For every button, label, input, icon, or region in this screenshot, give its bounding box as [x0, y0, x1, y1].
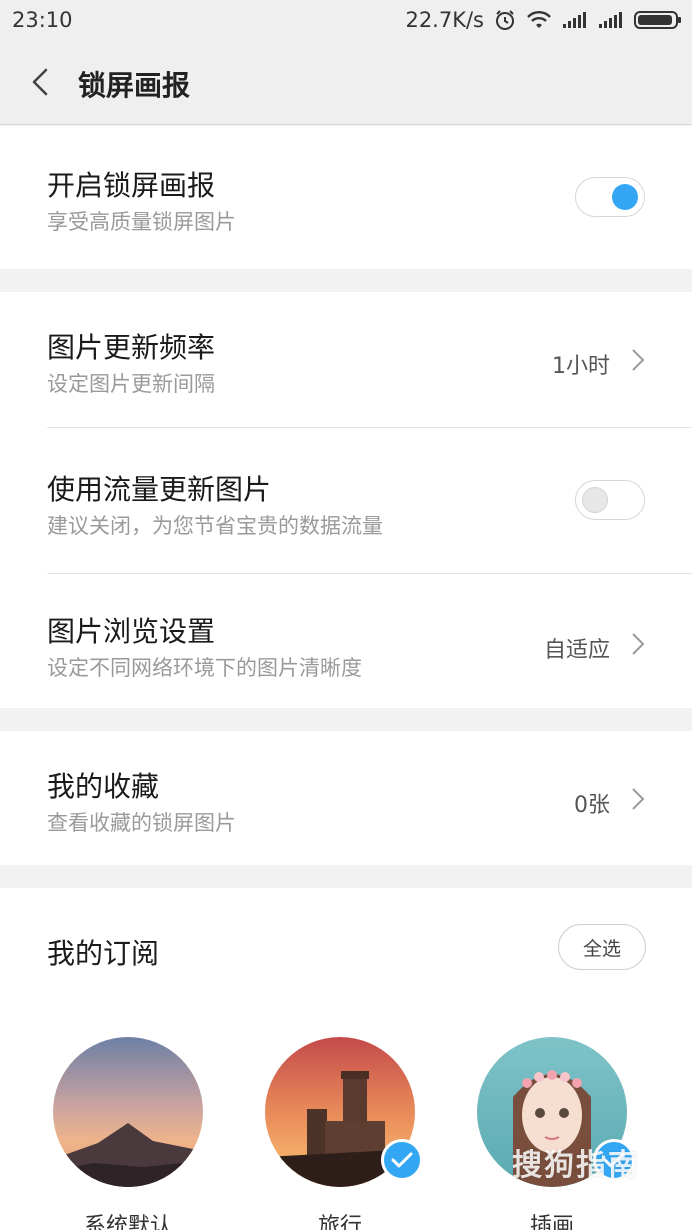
favorites-row[interactable]: 我的收藏 查看收藏的锁屏图片 0张 [0, 731, 692, 865]
row-subtitle: 设定图片更新间隔 [47, 372, 215, 396]
title-bar: 锁屏画报 [0, 40, 692, 125]
status-time: 23:10 [12, 8, 73, 32]
lockscreen-section: 开启锁屏画报 享受高质量锁屏图片 [0, 126, 692, 269]
toggle-knob [612, 184, 638, 210]
signal-icon [562, 11, 588, 29]
chevron-right-icon [632, 633, 645, 655]
row-value: 自适应 [543, 638, 610, 663]
lockscreen-toggle-row[interactable]: 开启锁屏画报 享受高质量锁屏图片 [0, 126, 692, 269]
section-title: 我的订阅 [47, 937, 160, 970]
row-title: 我的收藏 [47, 770, 160, 803]
page-title: 锁屏画报 [78, 69, 191, 102]
toggle-knob [582, 487, 608, 513]
subscription-label: 旅行 [317, 1214, 362, 1230]
row-title: 图片更新频率 [47, 331, 216, 364]
row-value: 1小时 [552, 354, 610, 379]
back-button[interactable] [28, 66, 52, 98]
row-title: 图片浏览设置 [47, 615, 216, 648]
chevron-right-icon [632, 788, 645, 810]
wifi-icon [526, 10, 552, 30]
battery-icon [634, 10, 682, 30]
checkmark-icon [391, 1152, 413, 1168]
row-subtitle: 设定不同网络环境下的图片清晰度 [47, 656, 362, 680]
select-all-button[interactable]: 全选 [558, 924, 646, 970]
signal-icon [598, 11, 624, 29]
alarm-icon [494, 9, 516, 31]
chevron-left-icon [32, 68, 48, 96]
update-frequency-row[interactable]: 图片更新频率 设定图片更新间隔 1小时 [0, 292, 692, 427]
row-title: 开启锁屏画报 [47, 169, 216, 202]
net-speed: 22.7K/s [405, 8, 484, 32]
row-title: 使用流量更新图片 [47, 473, 272, 506]
status-bar: 23:10 22.7K/s [0, 0, 692, 40]
row-value: 0张 [574, 793, 610, 818]
mobile-data-toggle[interactable] [575, 480, 645, 520]
subscription-label: 系统默认 [83, 1214, 172, 1230]
watermark-url: zhinan.sogou.com [512, 1186, 631, 1201]
subscription-label: 插画 [529, 1214, 574, 1230]
subscription-thumb-default[interactable] [53, 1037, 203, 1187]
browse-settings-row[interactable]: 图片浏览设置 设定不同网络环境下的图片清晰度 自适应 [0, 574, 692, 708]
subscription-check-travel[interactable] [381, 1139, 423, 1181]
row-subtitle: 建议关闭，为您节省宝贵的数据流量 [47, 514, 383, 538]
row-subtitle: 享受高质量锁屏图片 [47, 210, 236, 234]
watermark-brand: 搜狗指南 [512, 1148, 640, 1183]
update-settings-section: 图片更新频率 设定图片更新间隔 1小时 使用流量更新图片 建议关闭，为您节省宝贵… [0, 292, 692, 708]
watermark: 搜狗指南 zhinan.sogou.com [512, 1140, 640, 1201]
mobile-data-row[interactable]: 使用流量更新图片 建议关闭，为您节省宝贵的数据流量 [0, 428, 692, 573]
row-subtitle: 查看收藏的锁屏图片 [47, 811, 236, 835]
chevron-right-icon [632, 349, 645, 371]
lockscreen-toggle[interactable] [575, 177, 645, 217]
favorites-section: 我的收藏 查看收藏的锁屏图片 0张 [0, 731, 692, 865]
